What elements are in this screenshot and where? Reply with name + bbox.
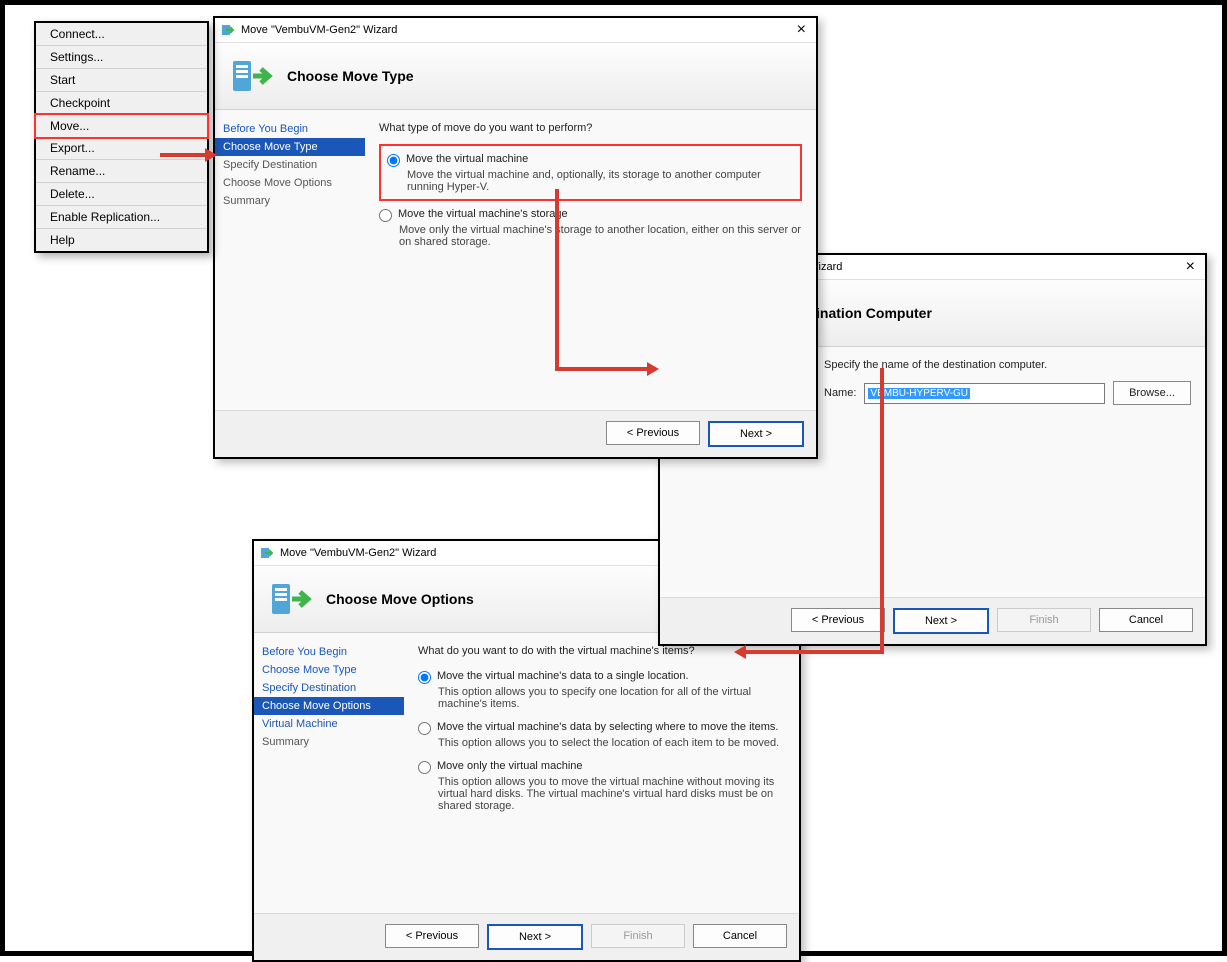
annotation-highlight: Move the virtual machine Move the virtua… [379,144,802,201]
radio-select-items[interactable] [418,722,431,735]
prompt-text: What type of move do you want to perform… [379,122,802,134]
step-before-you-begin[interactable]: Before You Begin [254,643,404,661]
annotation-arrow [555,367,649,371]
annotation-arrow-head [205,148,217,162]
context-menu: Connect... Settings... Start Checkpoint … [34,21,209,253]
radio-move-vm[interactable] [387,154,400,167]
menu-connect[interactable]: Connect... [36,23,207,46]
next-button[interactable]: Next > [893,608,989,634]
annotation-arrow-head [647,362,659,376]
step-choose-move-type[interactable]: Choose Move Type [215,138,365,156]
previous-button[interactable]: < Previous [791,608,885,632]
wizard-steps: Before You Begin Choose Move Type Specif… [254,633,404,913]
button-bar: < Previous Next > Finish Cancel [254,913,799,960]
radio-single-location-desc: This option allows you to specify one lo… [438,686,785,710]
prompt-text: What do you want to do with the virtual … [418,645,785,657]
wizard-header: Choose Move Type [215,42,816,110]
step-specify-destination: Specify Destination [215,156,365,174]
menu-start[interactable]: Start [36,69,207,92]
radio-single-location[interactable] [418,671,431,684]
step-before-you-begin[interactable]: Before You Begin [215,120,365,138]
step-virtual-machine[interactable]: Virtual Machine [254,715,404,733]
name-label: Name: [824,387,856,399]
radio-move-vm-label: Move the virtual machine [406,153,528,165]
radio-move-storage[interactable] [379,209,392,222]
wizard-content: Specify the name of the destination comp… [810,347,1205,597]
previous-button[interactable]: < Previous [385,924,479,948]
radio-single-location-label: Move the virtual machine's data to a sin… [437,670,689,682]
window-title: Move "VembuVM-Gen2" Wizard [280,547,436,559]
annotation-arrow [555,189,559,369]
next-button[interactable]: Next > [708,421,804,447]
next-button[interactable]: Next > [487,924,583,950]
annotation-highlight: Move... [34,113,209,139]
step-summary: Summary [215,192,365,210]
finish-button: Finish [997,608,1091,632]
server-move-icon [270,578,312,620]
radio-only-vm-label: Move only the virtual machine [437,760,583,772]
step-summary: Summary [254,733,404,751]
finish-button: Finish [591,924,685,948]
window-title: Move "VembuVM-Gen2" Wizard [241,24,397,36]
step-choose-move-options: Choose Move Options [215,174,365,192]
app-icon [260,546,274,560]
previous-button[interactable]: < Previous [606,421,700,445]
button-bar: < Previous Next > Finish Cancel [660,597,1205,644]
cancel-button[interactable]: Cancel [693,924,787,948]
radio-move-storage-desc: Move only the virtual machine's storage … [399,224,802,248]
menu-help[interactable]: Help [36,229,207,251]
radio-only-vm-desc: This option allows you to move the virtu… [438,776,785,812]
step-choose-move-options[interactable]: Choose Move Options [254,697,404,715]
close-icon[interactable]: × [1182,260,1199,274]
annotation-arrow [160,153,207,157]
browse-button[interactable]: Browse... [1113,381,1191,405]
wizard-steps: Before You Begin Choose Move Type Specif… [215,110,365,410]
page-title: Choose Move Type [287,68,414,84]
button-bar: < Previous Next > [215,410,816,457]
menu-settings[interactable]: Settings... [36,46,207,69]
annotation-arrow [880,368,884,653]
destination-name-input[interactable]: VEMBU-HYPERV-GU [864,383,1105,404]
menu-enable-replication[interactable]: Enable Replication... [36,206,207,229]
menu-delete[interactable]: Delete... [36,183,207,206]
radio-only-vm[interactable] [418,761,431,774]
wizard-content: What type of move do you want to perform… [365,110,816,410]
cancel-button[interactable]: Cancel [1099,608,1193,632]
page-title: Choose Move Options [326,591,474,607]
radio-select-items-desc: This option allows you to select the loc… [438,737,785,749]
titlebar[interactable]: Move "VembuVM-Gen2" Wizard × [215,18,816,42]
radio-select-items-label: Move the virtual machine's data by selec… [437,721,778,733]
radio-move-storage-label: Move the virtual machine's storage [398,208,568,220]
menu-move[interactable]: Move... [36,115,207,137]
step-specify-destination[interactable]: Specify Destination [254,679,404,697]
annotation-arrow [745,650,884,654]
annotation-arrow-head [734,645,746,659]
radio-move-vm-desc: Move the virtual machine and, optionally… [407,169,794,193]
close-icon[interactable]: × [793,23,810,37]
menu-checkpoint[interactable]: Checkpoint [36,92,207,115]
wizard-choose-move-type: Move "VembuVM-Gen2" Wizard × Choose Move… [213,16,818,459]
wizard-content: What do you want to do with the virtual … [404,633,799,913]
server-move-icon [231,55,273,97]
step-choose-move-type[interactable]: Choose Move Type [254,661,404,679]
menu-rename[interactable]: Rename... [36,160,207,183]
app-icon [221,23,235,37]
